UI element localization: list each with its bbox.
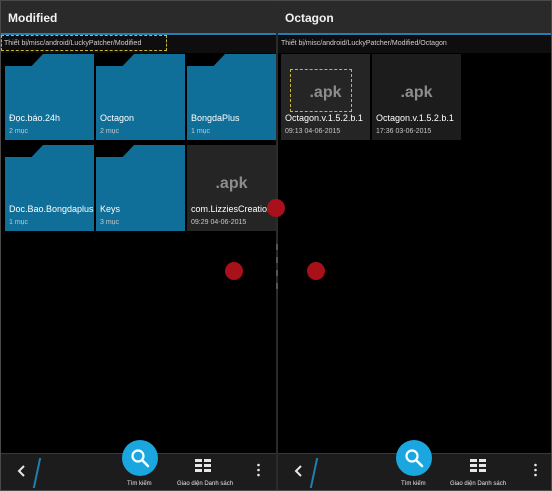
grid-view-icon[interactable] [195,459,211,473]
right-pane: Octagon Thiết bị/misc/android/LuckyPatch… [278,1,551,490]
apk-thumbnail-icon: .apk [215,175,248,192]
right-action-bar: Tìm kiếm Giao diện Danh sách [278,440,551,490]
search-button[interactable] [122,440,158,476]
folder-tile[interactable]: Octagon 2 mục [96,54,185,140]
back-arrow-icon[interactable] [292,464,306,478]
touch-point-marker [307,262,325,280]
file-date: 09:13 04-06-2015 [285,128,341,135]
folder-tile[interactable]: Doc.Bao.Bongdaplus 1 mục [5,145,94,231]
more-vertical-icon[interactable] [257,463,260,477]
search-button-label[interactable]: Tìm kiếm [401,481,426,487]
folder-count: 2 mục [9,128,29,135]
folder-name: Octagon [100,113,135,123]
search-icon [131,449,150,468]
file-tile[interactable]: .apk Octagon.v.1.5.2.b.1 09:13 04-06-201… [281,54,370,140]
touch-point-marker [267,199,285,217]
app-window: Modified Thiết bị/misc/android/LuckyPatc… [0,0,552,491]
folder-icon [5,145,43,157]
file-tile[interactable]: .apk com.LizziesCreation 09:29 04-06-201… [187,145,276,231]
left-pane: Modified Thiết bị/misc/android/LuckyPatc… [1,1,276,490]
folder-icon [96,54,134,66]
right-breadcrumb[interactable]: Thiết bị/misc/android/LuckyPatcher/Modif… [278,36,551,53]
apk-thumbnail-icon: .apk [400,84,433,101]
left-pane-title: Modified [8,11,58,25]
file-tile[interactable]: .apk Octagon.v.1.5.2.b.1 17:36 03-06-201… [372,54,461,140]
action-bar-divider [32,458,42,488]
folder-name: Keys [100,204,121,214]
list-view-button-label[interactable]: Giao diện Danh sách [450,481,506,487]
search-button-label[interactable]: Tìm kiếm [127,481,152,487]
right-breadcrumb-path[interactable]: Thiết bị/misc/android/LuckyPatcher/Modif… [281,40,447,47]
folder-tile[interactable]: Keys 3 mục [96,145,185,231]
breadcrumb-selection-outline [1,35,167,51]
file-date: 17:36 03-06-2015 [376,128,432,135]
folder-count: 3 mục [100,219,120,226]
file-name: Octagon.v.1.5.2.b.1 [285,113,363,123]
folder-tile[interactable]: BongdaPlus 1 mục [187,54,276,140]
touch-point-marker [225,262,243,280]
search-button[interactable] [396,440,432,476]
header-accent-line [278,33,551,35]
right-pane-title: Octagon [285,11,334,25]
search-icon [405,449,424,468]
more-vertical-icon[interactable] [534,463,537,477]
folder-tile[interactable]: Đọc.báo.24h 2 mục [5,54,94,140]
folder-icon [5,54,43,66]
folder-count: 2 mục [100,128,120,135]
list-view-button-label[interactable]: Giao diện Danh sách [177,481,233,487]
action-bar-divider [309,458,319,488]
grid-view-icon[interactable] [470,459,486,473]
folder-icon [96,145,134,157]
file-name: Octagon.v.1.5.2.b.1 [376,113,454,123]
folder-name: Đọc.báo.24h [9,113,61,123]
file-date: 09:29 04-06-2015 [191,219,247,226]
folder-name: Doc.Bao.Bongdaplus [9,204,94,214]
left-action-bar: Tìm kiếm Giao diện Danh sách [1,440,276,490]
folder-name: BongdaPlus [191,113,240,123]
folder-count: 1 mục [191,128,211,135]
thumbnail-selection-outline [290,69,352,112]
right-header: Octagon [278,1,551,35]
left-header: Modified [1,1,276,35]
file-name: com.LizziesCreation [191,204,273,214]
folder-icon [187,54,225,66]
folder-count: 1 mục [9,219,29,226]
back-arrow-icon[interactable] [15,464,29,478]
